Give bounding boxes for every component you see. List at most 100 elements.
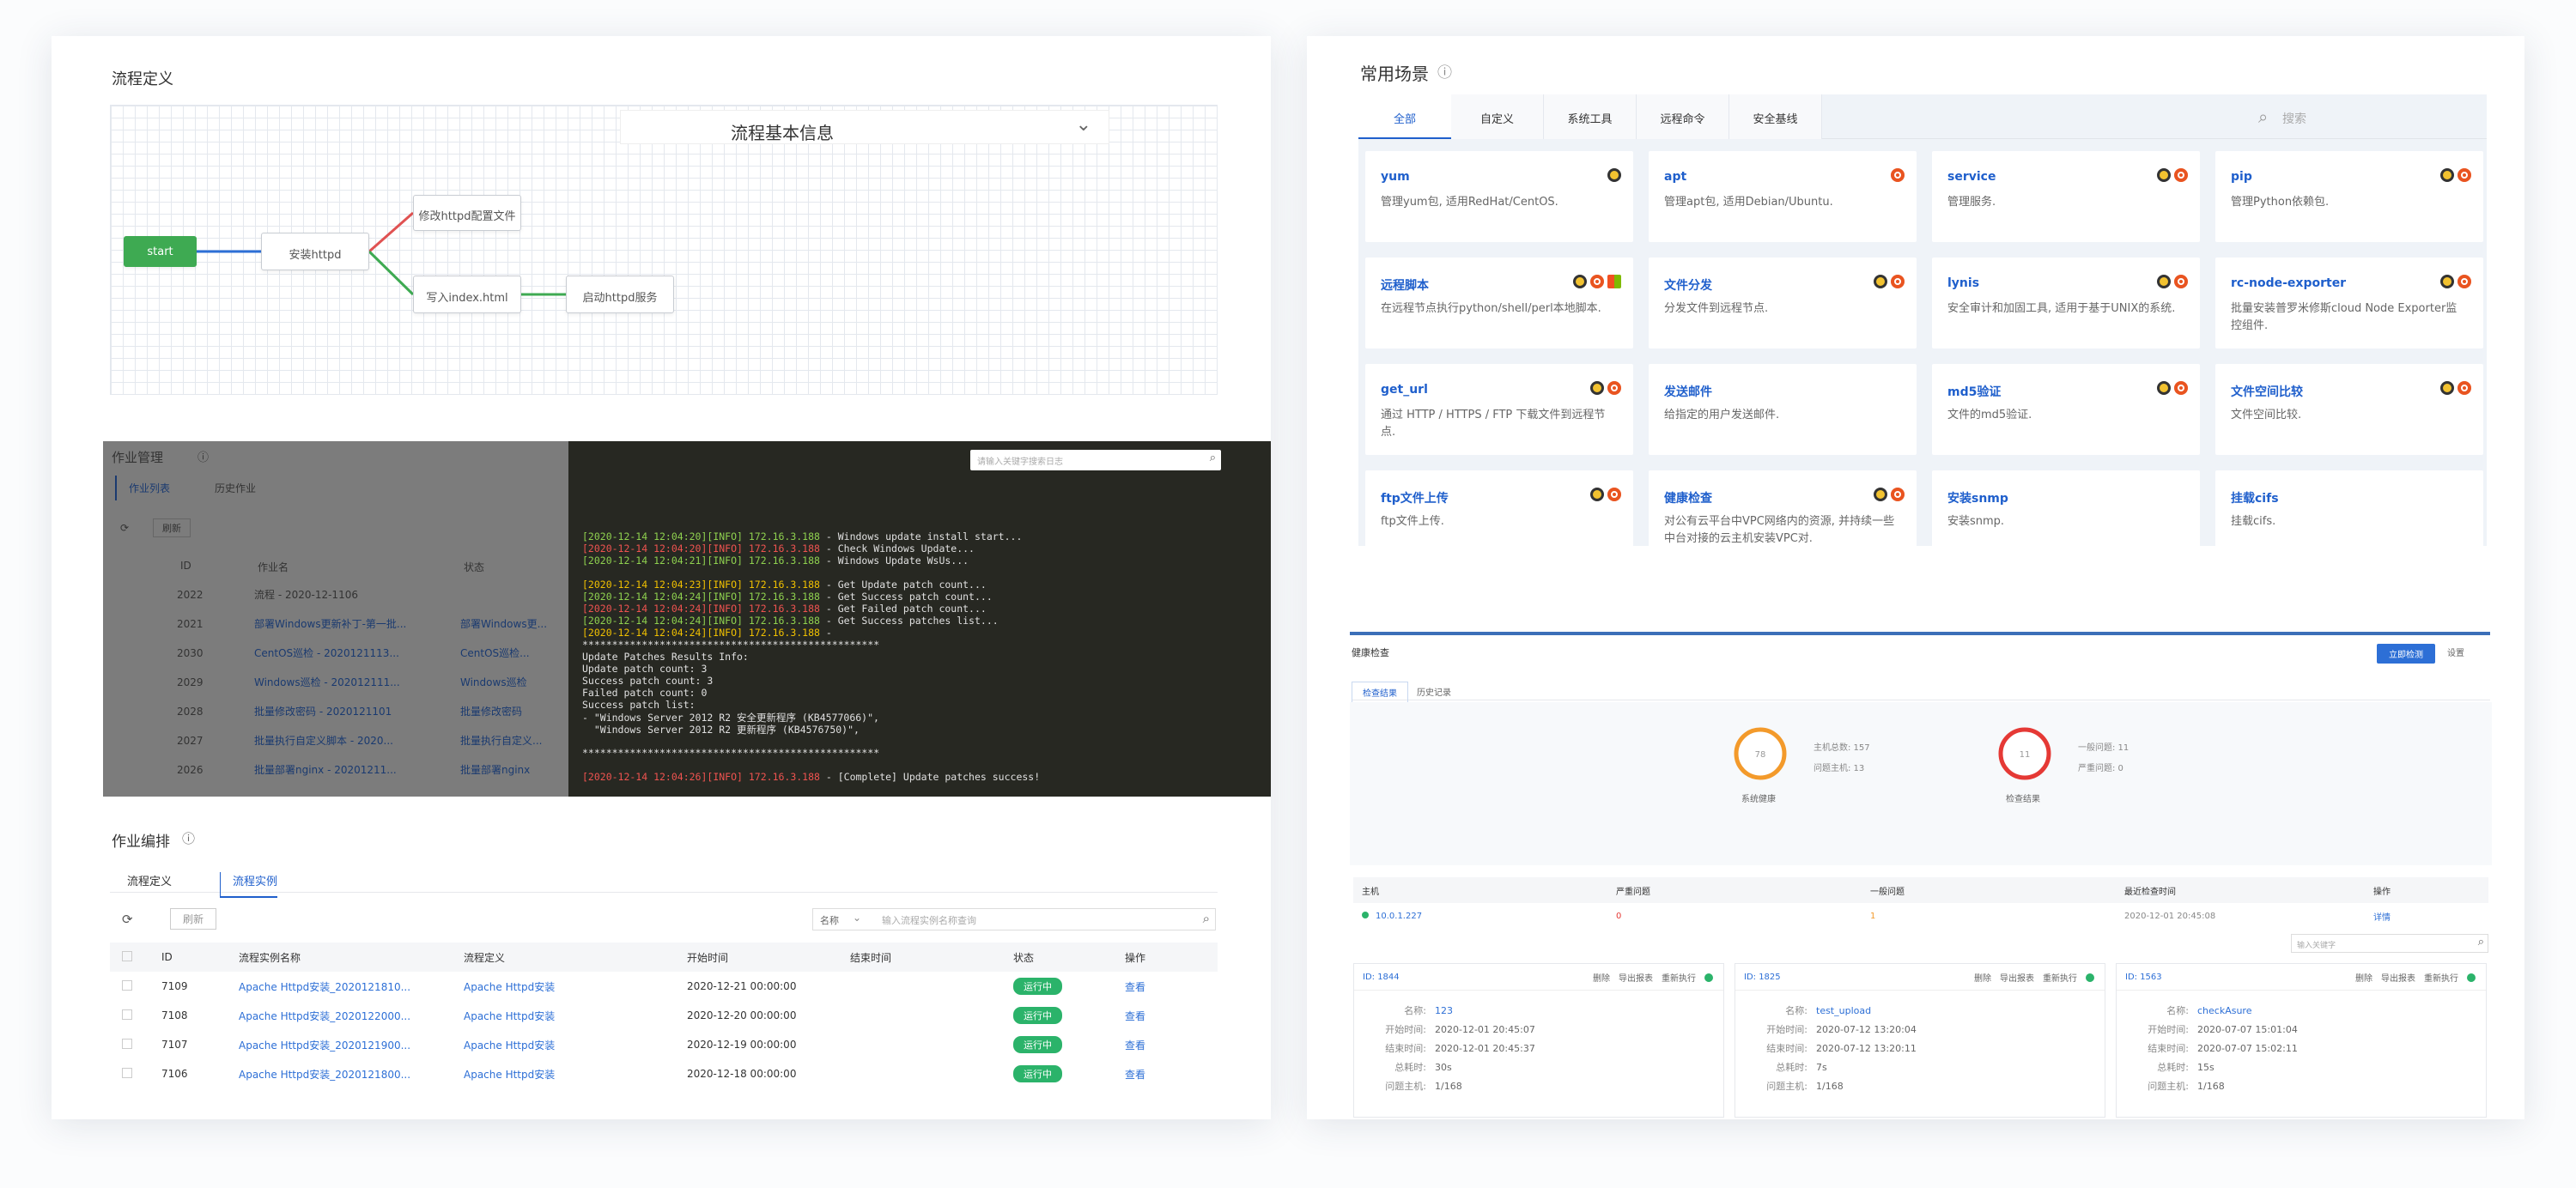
job-row[interactable]: 2030 CentOS巡检 - 2020121113... CentOS巡检... (177, 646, 547, 675)
view-link[interactable]: 查看 (1125, 972, 1218, 1001)
view-link[interactable]: 查看 (1125, 1030, 1218, 1059)
row-checkbox[interactable] (110, 972, 161, 1001)
card-action[interactable]: 导出报表 (2381, 971, 2415, 984)
refresh-button[interactable]: 刷新 (153, 518, 191, 537)
job-row[interactable]: 2028 批量修改密码 - 2020121101 批量修改密码 (177, 704, 547, 733)
log-search-input[interactable]: 请输入关键字搜索日志 ⌕ (970, 450, 1221, 470)
tab-health-history[interactable]: 历史记录 (1417, 685, 1451, 698)
table-row[interactable]: 7106 Apache Httpd安装_2020121800... Apache H… (110, 1059, 1218, 1088)
flow-canvas[interactable]: start 安装httpd 修改httpd配置文件 写入index.html 启… (110, 105, 1218, 395)
job-row[interactable]: 2026 批量部署nginx - 20201211... 批量部署nginx (177, 762, 547, 791)
search-icon[interactable]: ⌕ (2478, 936, 2484, 949)
definition-link[interactable]: Apache Httpd安装 (464, 1059, 687, 1088)
refresh-icon[interactable]: ⟳ (122, 912, 133, 927)
instance-search[interactable]: 名称 ⌄ 输入流程实例名称查询 ⌕ (812, 908, 1216, 930)
table-row[interactable]: 10.0.1.227 0 1 2020-12-01 20:45:08 详情 (1353, 903, 2488, 929)
select-all-checkbox[interactable] (110, 943, 161, 972)
scene-tab[interactable]: 自定义 (1451, 94, 1544, 139)
card-action[interactable]: 重新执行 (2424, 971, 2458, 984)
scene-tab[interactable]: 安全基线 (1729, 94, 1822, 139)
tab-flow-definition[interactable]: 流程定义 (127, 872, 172, 888)
filter-select[interactable]: 名称 (820, 913, 839, 927)
search-icon[interactable]: ⌕ (1210, 452, 1216, 464)
card-action[interactable]: 导出报表 (2000, 971, 2034, 984)
status-badge[interactable]: 运行中 (1013, 1001, 1125, 1030)
status-badge[interactable]: 运行中 (1013, 1059, 1125, 1088)
status-badge[interactable]: 运行中 (1013, 972, 1125, 1001)
scene-tile[interactable]: 健康检查 对公有云平台中VPC网络内的资源, 并持续一些中台对接的云主机安装VPC… (1649, 470, 1917, 561)
card-action[interactable]: 删除 (2355, 971, 2372, 984)
flow-info-bar[interactable]: 流程基本信息 ⌄ (620, 110, 1109, 144)
card-action[interactable]: 删除 (1974, 971, 1991, 984)
scene-tile[interactable]: 发送邮件 给指定的用户发送邮件. (1649, 364, 1917, 455)
help-icon[interactable]: ⓘ (1437, 60, 1452, 82)
definition-link[interactable]: Apache Httpd安装 (464, 1030, 687, 1059)
row-checkbox[interactable] (110, 1030, 161, 1059)
node-install-httpd[interactable]: 安装httpd (261, 233, 369, 270)
detail-link[interactable]: 详情 (2373, 903, 2488, 929)
job-row[interactable]: 2029 Windows巡检 - 202012111... Windows巡检 (177, 675, 547, 704)
search-icon[interactable]: ⌕ (1203, 911, 1210, 926)
view-link[interactable]: 查看 (1125, 1001, 1218, 1030)
job-row[interactable]: 2022 流程 - 2020-12-1106 (177, 587, 547, 616)
scene-tile[interactable]: lynis 安全审计和加固工具, 适用于基于UNIX的系统. (1932, 258, 2200, 349)
instance-name-link[interactable]: Apache Httpd安装_2020121810... (239, 972, 464, 1001)
row-checkbox[interactable] (110, 1001, 161, 1030)
definition-link[interactable]: Apache Httpd安装 (464, 1001, 687, 1030)
history-card[interactable]: ID: 1563 删除 导出报表 重新执行 名称: checkAsure 开始时间: 2020… (2116, 963, 2487, 1118)
check-now-button[interactable]: 立即检测 (2377, 644, 2435, 664)
health-search-input[interactable]: 输入关键字 ⌕ (2291, 934, 2488, 953)
row-checkbox[interactable] (110, 1059, 161, 1088)
scene-tile[interactable]: yum 管理yum包, 适用RedHat/CentOS. (1365, 151, 1633, 242)
scene-tile[interactable]: ftp文件上传 ftp文件上传. (1365, 470, 1633, 561)
node-start[interactable]: start (124, 236, 197, 267)
instance-name-link[interactable]: Apache Httpd安装_2020122000... (239, 1001, 464, 1030)
tab-job-history[interactable]: 历史作业 (215, 481, 256, 495)
scene-tile[interactable]: 安装snmp 安装snmp. (1932, 470, 2200, 561)
table-row[interactable]: 7107 Apache Httpd安装_2020121900... Apache H… (110, 1030, 1218, 1059)
search-icon[interactable]: ⌕ (2258, 106, 2268, 127)
chevron-down-icon[interactable]: ⌄ (1076, 114, 1091, 136)
node-write-index[interactable]: 写入index.html (413, 276, 521, 313)
scene-search-input[interactable]: 搜索 (2282, 110, 2306, 127)
scene-tab[interactable]: 全部 (1358, 94, 1451, 139)
history-card[interactable]: ID: 1844 删除 导出报表 重新执行 名称: 123 开始时间: 2020-12-01 … (1353, 963, 1724, 1118)
card-action[interactable]: 重新执行 (2043, 971, 2077, 984)
table-row[interactable]: 7109 Apache Httpd安装_2020121810... Apache H… (110, 972, 1218, 1001)
scene-tile[interactable]: md5验证 文件的md5验证. (1932, 364, 2200, 455)
tab-health-result[interactable]: 检查结果 (1352, 682, 1408, 702)
node-modify-config[interactable]: 修改httpd配置文件 (413, 195, 521, 231)
node-start-service[interactable]: 启动httpd服务 (566, 276, 674, 313)
job-row[interactable]: 2027 批量执行自定义脚本 - 2020... 批量执行自定义... (177, 733, 547, 762)
tab-job-list[interactable]: 作业列表 (115, 476, 182, 500)
settings-button[interactable]: 设置 (2447, 646, 2464, 658)
card-action[interactable]: 导出报表 (1619, 971, 1653, 984)
status-badge[interactable]: 运行中 (1013, 1030, 1125, 1059)
card-action[interactable]: 重新执行 (1662, 971, 1696, 984)
help-icon[interactable]: ⓘ (197, 448, 209, 464)
view-link[interactable]: 查看 (1125, 1059, 1218, 1088)
scene-tab[interactable]: 系统工具 (1544, 94, 1637, 139)
scene-tile[interactable]: pip 管理Python依赖包. (2215, 151, 2483, 242)
instance-name-link[interactable]: Apache Httpd安装_2020121800... (239, 1059, 464, 1088)
table-row[interactable]: 7108 Apache Httpd安装_2020122000... Apache H… (110, 1001, 1218, 1030)
tab-flow-instance[interactable]: 流程实例 (220, 872, 278, 898)
scene-tile[interactable]: service 管理服务. (1932, 151, 2200, 242)
refresh-button[interactable]: 刷新 (170, 908, 217, 930)
job-row[interactable]: 2021 部署Windows更新补丁-第一批... 部署Windows更... (177, 616, 547, 646)
scene-tab[interactable]: 远程命令 (1637, 94, 1729, 139)
help-icon[interactable]: ⓘ (182, 829, 195, 847)
history-card[interactable]: ID: 1825 删除 导出报表 重新执行 名称: test_upload 开始时间: 202… (1735, 963, 2105, 1118)
scene-tile[interactable]: rc-node-exporter 批量安装普罗米修斯cloud Node Expo… (2215, 258, 2483, 349)
scene-tile[interactable]: get_url 通过 HTTP / HTTPS / FTP 下载文件到远程节点. (1365, 364, 1633, 455)
scene-tile[interactable]: 远程脚本 在远程节点执行python/shell/perl本地脚本. (1365, 258, 1633, 349)
scene-tile[interactable]: 文件分发 分发文件到远程节点. (1649, 258, 1917, 349)
chevron-down-icon[interactable]: ⌄ (853, 912, 861, 924)
definition-link[interactable]: Apache Httpd安装 (464, 972, 687, 1001)
scene-tile[interactable]: apt 管理apt包, 适用Debian/Ubuntu. (1649, 151, 1917, 242)
instance-name-link[interactable]: Apache Httpd安装_2020121900... (239, 1030, 464, 1059)
scene-tile[interactable]: 挂载cifs 挂载cifs. (2215, 470, 2483, 561)
card-action[interactable]: 删除 (1593, 971, 1610, 984)
refresh-icon[interactable]: ⟳ (120, 522, 129, 534)
scene-tile[interactable]: 文件空间比较 文件空间比较. (2215, 364, 2483, 455)
